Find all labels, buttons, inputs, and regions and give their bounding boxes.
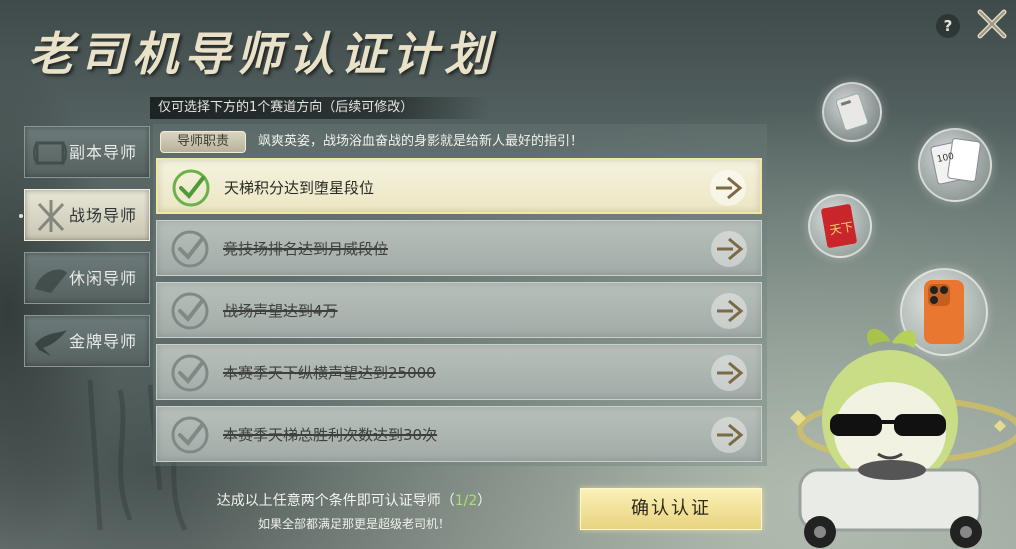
close-icon[interactable] [974,6,1010,42]
check-circle-icon [171,230,209,268]
crossed-swords-icon [37,200,65,232]
go-arrow-icon[interactable] [709,415,749,455]
crane-icon [35,330,67,356]
duty-tag: 导师职责 [160,131,246,153]
note-prefix: 达成以上任意两个条件即可认证导师（ [216,493,455,509]
reward-card-pack[interactable]: 100 [918,128,992,202]
go-arrow-icon[interactable] [708,168,748,208]
game-screen: 老司机导师认证计划 仅可选择下方的1个赛道方向（后续可修改） ? 副本导师 战场… [0,0,1016,549]
progress-count: 1/2 [454,493,478,509]
sidebar-item-label: 副本导师 [69,143,138,162]
condition-text: 竞技场排名达到月威段位 [223,240,389,258]
sidebar-item-label: 战场导师 [69,206,138,225]
sidebar-item-casual-mentor[interactable]: 休闲导师 [24,252,150,304]
certification-requirement-note: 达成以上任意两个条件即可认证导师（1/2） [160,490,548,510]
sidebar-item-gold-mentor[interactable]: 金牌导师 [24,315,150,367]
note-suffix: ） [477,493,492,509]
red-envelope-icon: 天下 [821,204,857,248]
condition-row[interactable]: 竞技场排名达到月威段位 [156,220,762,276]
check-circle-icon [171,292,209,330]
page-title: 老司机导师认证计划 [28,27,496,81]
check-circle-icon [172,169,210,207]
sidebar-item-label: 休闲导师 [69,269,138,288]
selected-indicator [19,214,23,218]
check-circle-icon [171,416,209,454]
condition-row[interactable]: 本赛季天下纵横声望达到25000 [156,344,762,400]
duty-description: 飒爽英姿，战场浴血奋战的身影就是给新人最好的指引！ [258,134,584,149]
condition-text: 天梯积分达到堕星段位 [224,179,375,197]
sidebar-item-battlefield-mentor[interactable]: 战场导师 [19,189,150,241]
go-arrow-icon[interactable] [709,291,749,331]
card-pack-icon: 100 [930,138,981,185]
condition-row[interactable]: 本赛季天梯总胜利次数达到30次 [156,406,762,462]
go-arrow-icon[interactable] [709,353,749,393]
reward-red-envelope[interactable]: 天下 [808,194,872,258]
mascot-character [790,328,1016,548]
reward-card[interactable] [822,82,882,142]
scroll-icon [33,141,67,165]
check-circle-icon [171,354,209,392]
fan-icon [35,269,67,293]
go-arrow-icon[interactable] [709,229,749,269]
condition-row[interactable]: 天梯积分达到堕星段位 [156,158,762,214]
mentor-type-sidebar: 副本导师 战场导师 休闲导师 金牌导师 [19,126,154,378]
page-subtitle: 仅可选择下方的1个赛道方向（后续可修改） [150,97,490,119]
sidebar-item-label: 金牌导师 [69,332,138,351]
condition-row[interactable]: 战场声望达到4万 [156,282,762,338]
condition-text: 战场声望达到4万 [223,302,338,320]
card-icon [835,93,869,131]
sidebar-item-dungeon-mentor[interactable]: 副本导师 [24,126,150,178]
help-button[interactable]: ? [936,14,960,38]
confirm-certification-button[interactable]: 确认认证 [580,488,762,530]
condition-text: 本赛季天下纵横声望达到25000 [223,364,436,382]
bonus-note: 如果全部都满足那更是超级老司机！ [257,517,450,531]
condition-text: 本赛季天梯总胜利次数达到30次 [223,426,438,444]
